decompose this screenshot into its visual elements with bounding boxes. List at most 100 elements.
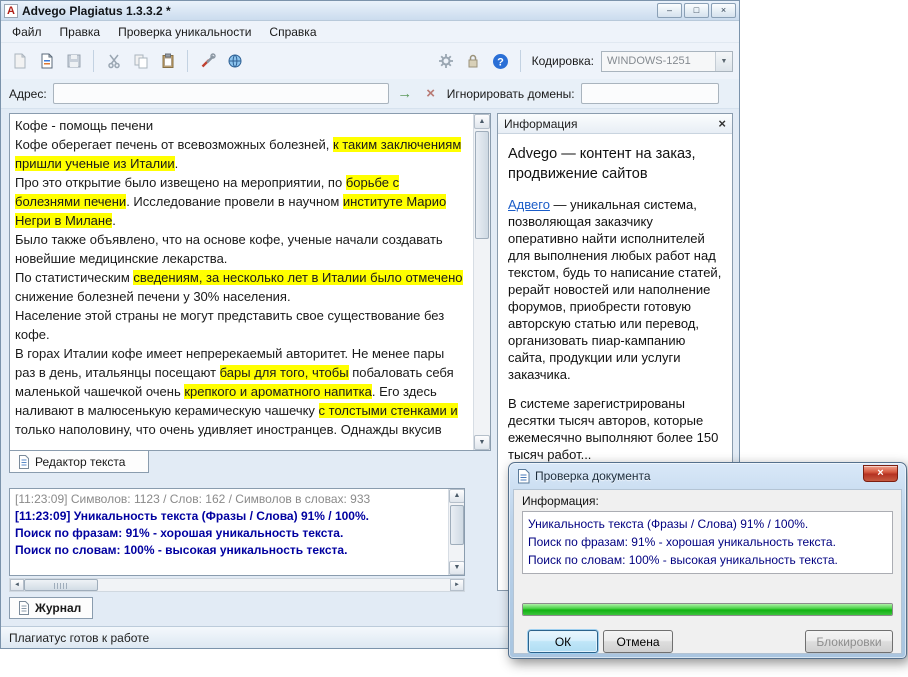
info-heading: Advego — контент на заказ, продвижение с… bbox=[508, 146, 696, 182]
block-button[interactable]: Блокировки bbox=[805, 630, 893, 653]
maximize-button[interactable]: □ bbox=[684, 3, 709, 18]
log-scrollbar[interactable]: ▲ ▼ bbox=[448, 489, 464, 575]
plain-text: . bbox=[112, 213, 116, 228]
window-controls: – □ × bbox=[657, 3, 736, 18]
menu-item-2[interactable]: Проверка уникальности bbox=[109, 22, 260, 42]
encoding-label: Кодировка: bbox=[531, 54, 594, 68]
dialog-title: Проверка документа bbox=[535, 469, 651, 483]
check-document-dialog: Проверка документа × Информация: Уникаль… bbox=[508, 462, 907, 659]
document-paragraph: Про это открытие было извещено на меропр… bbox=[15, 173, 468, 230]
info-panel-title: Информация bbox=[504, 116, 578, 131]
dialog-info-label: Информация: bbox=[522, 494, 599, 508]
app-icon: A bbox=[4, 3, 18, 18]
scroll-left-icon[interactable]: ◄ bbox=[10, 579, 24, 591]
document-paragraph: По статистическим сведениям, за нескольк… bbox=[15, 268, 468, 306]
journal-tab-label: Журнал bbox=[35, 601, 82, 615]
journal-tab[interactable]: Журнал bbox=[9, 597, 93, 619]
screen: A Advego Plagiatus 1.3.3.2 * – □ × Файл П… bbox=[0, 0, 908, 677]
document-text[interactable]: Кофе - помощь печени Кофе оберегает печен… bbox=[10, 114, 473, 450]
web-check-button[interactable] bbox=[222, 49, 247, 74]
scroll-right-icon[interactable]: ► bbox=[450, 579, 464, 591]
open-html-button[interactable] bbox=[34, 49, 59, 74]
menu-item-1[interactable]: Правка bbox=[51, 22, 110, 42]
paste-button[interactable] bbox=[155, 49, 180, 74]
dialog-result-line: Поиск по фразам: 91% - хорошая уникально… bbox=[528, 535, 836, 549]
go-arrow-icon[interactable]: → bbox=[395, 85, 415, 102]
scroll-down-icon[interactable]: ▼ bbox=[474, 435, 490, 450]
log-scrollbar-thumb[interactable] bbox=[450, 505, 464, 545]
dialog-client-area: Информация: Уникальность текста (Фразы /… bbox=[513, 489, 902, 654]
cancel-button[interactable]: Отмена bbox=[603, 630, 673, 653]
check-uniqueness-button[interactable] bbox=[195, 49, 220, 74]
plain-text: Было также объявлено, что на основе кофе… bbox=[15, 232, 443, 266]
help-button[interactable]: ? bbox=[488, 49, 513, 74]
copy-icon bbox=[134, 54, 147, 69]
log-line: [11:23:09] Символов: 1123 / Слов: 162 / … bbox=[15, 492, 371, 506]
log-horizontal-scrollbar[interactable]: ◄ ► bbox=[9, 578, 465, 592]
plain-text: снижение болезней печени у 30% населения… bbox=[15, 289, 291, 304]
dialog-progress-bar bbox=[522, 603, 893, 616]
dropdown-arrow-icon[interactable]: ▼ bbox=[715, 51, 732, 71]
info-text: — уникальная система, позволяющая заказч… bbox=[508, 197, 722, 382]
lock-button[interactable] bbox=[461, 49, 486, 74]
dialog-titlebar[interactable]: Проверка документа bbox=[517, 467, 856, 485]
document-paragraph: Кофе - помощь печени bbox=[15, 116, 468, 135]
log-scroll-up-icon[interactable]: ▲ bbox=[449, 489, 464, 503]
log-lines: [11:23:09] Символов: 1123 / Слов: 162 / … bbox=[10, 489, 448, 575]
address-input[interactable] bbox=[52, 83, 389, 104]
highlighted-phrase: бары для того, чтобы bbox=[219, 365, 349, 380]
dialog-icon bbox=[518, 468, 530, 483]
journal-tab-icon bbox=[19, 601, 29, 615]
ok-button[interactable]: ОК bbox=[528, 630, 598, 653]
menu-item-0[interactable]: Файл bbox=[3, 22, 51, 42]
dialog-close-button[interactable]: × bbox=[863, 465, 898, 482]
plain-text: Кофе оберегает печень от всевозможных бо… bbox=[15, 137, 333, 152]
titlebar[interactable]: A Advego Plagiatus 1.3.3.2 * – □ × bbox=[1, 1, 739, 21]
thumb-grip bbox=[54, 583, 68, 589]
save-button[interactable] bbox=[61, 49, 86, 74]
plain-text: Про это открытие было извещено на меропр… bbox=[15, 175, 346, 190]
editor-tab[interactable]: Редактор текста bbox=[9, 451, 149, 473]
dialog-lines: Уникальность текста (Фразы / Слова) 91% … bbox=[522, 511, 893, 574]
settings-button[interactable] bbox=[434, 49, 459, 74]
highlighted-phrase: сведениям, за несколько лет в Италии был… bbox=[133, 270, 463, 285]
text-editor[interactable]: Кофе - помощь печени Кофе оберегает печен… bbox=[9, 113, 491, 451]
paste-icon bbox=[162, 53, 173, 68]
cut-button[interactable] bbox=[101, 49, 126, 74]
check-uniqueness-tools-icon bbox=[201, 53, 216, 68]
copy-button[interactable] bbox=[128, 49, 153, 74]
plain-text: Кофе - помощь печени bbox=[15, 118, 154, 133]
settings-gear-icon bbox=[439, 54, 454, 68]
help-icon: ? bbox=[492, 53, 508, 69]
toolbar-separator bbox=[519, 50, 521, 72]
editor-scrollbar-thumb[interactable] bbox=[475, 131, 489, 239]
document-paragraph: Было также объявлено, что на основе кофе… bbox=[15, 230, 468, 268]
scroll-up-icon[interactable]: ▲ bbox=[474, 114, 490, 129]
menu-bar: Файл Правка Проверка уникальности Справка bbox=[1, 21, 739, 43]
cut-icon bbox=[107, 54, 120, 69]
dialog-progress-fill bbox=[523, 604, 892, 615]
close-button[interactable]: × bbox=[711, 3, 736, 18]
new-document-button[interactable] bbox=[7, 49, 32, 74]
info-para2: В системе зарегистрированы десятки тысяч… bbox=[508, 396, 719, 462]
info-para1: Адвего — уникальная система, позволяющая… bbox=[508, 196, 722, 383]
window-title: Advego Plagiatus 1.3.3.2 * bbox=[22, 3, 171, 18]
status-text: Плагиатус готов к работе bbox=[9, 630, 150, 645]
menu-item-3[interactable]: Справка bbox=[260, 22, 325, 42]
log-area[interactable]: [11:23:09] Символов: 1123 / Слов: 162 / … bbox=[9, 488, 465, 576]
log-scroll-down-icon[interactable]: ▼ bbox=[449, 561, 464, 575]
clear-address-icon[interactable]: × bbox=[421, 85, 441, 102]
toolbar: ? Кодировка: WINDOWS-1251 ▼ bbox=[1, 43, 739, 79]
save-icon bbox=[67, 54, 80, 68]
editor-tab-icon bbox=[19, 454, 29, 469]
minimize-button[interactable]: – bbox=[657, 3, 682, 18]
editor-scrollbar[interactable]: ▲ ▼ bbox=[473, 114, 490, 450]
ignore-domains-input[interactable] bbox=[580, 83, 719, 104]
advego-link[interactable]: Адвего bbox=[508, 197, 550, 212]
document-paragraph: В горах Италии кофе имеет непререкаемый … bbox=[15, 344, 468, 439]
info-panel-close-icon[interactable]: × bbox=[718, 117, 726, 130]
editor-tab-label: Редактор текста bbox=[35, 454, 126, 469]
encoding-select[interactable]: WINDOWS-1251 ▼ bbox=[601, 50, 733, 72]
address-row: Адрес: → × Игнорировать домены: bbox=[1, 79, 739, 109]
horizontal-scrollbar-thumb[interactable] bbox=[24, 579, 98, 591]
